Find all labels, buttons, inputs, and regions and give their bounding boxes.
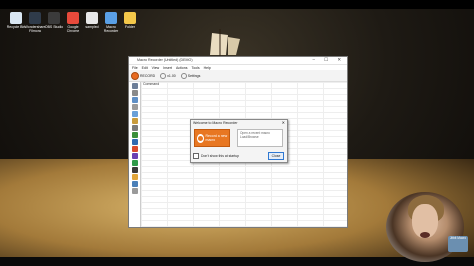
menu-file[interactable]: File	[132, 66, 138, 70]
record-icon	[131, 71, 139, 80]
screen-icon[interactable]	[132, 167, 138, 173]
playback-speed-button[interactable]: x1.00	[160, 72, 176, 79]
misc-icon[interactable]	[132, 188, 138, 194]
taskbar	[0, 257, 474, 266]
desktop-icon[interactable]: Folder	[119, 12, 141, 29]
window-title: Macro Recorder (Untitled) (DEMO)	[137, 58, 193, 62]
image-icon[interactable]	[132, 111, 138, 117]
desktop-icon-label: Folder	[125, 25, 135, 29]
startup-checkbox-row[interactable]: Don't show this at startup	[193, 153, 239, 159]
variable-icon[interactable]	[132, 139, 138, 145]
condition-icon[interactable]	[132, 153, 138, 159]
menu-insert[interactable]: Insert	[163, 66, 172, 70]
desktop-icon-image	[86, 12, 98, 24]
goto-icon[interactable]	[132, 181, 138, 187]
toolbar: RECORD x1.00 Settings	[129, 70, 347, 82]
close-icon[interactable]: ✕	[282, 120, 285, 125]
desktop-icon-image	[29, 12, 41, 24]
menu-help[interactable]: Help	[204, 66, 211, 70]
webcam-logo: Jitbit Macro	[448, 236, 468, 252]
recent-macros-box[interactable]: Open a recent macro Load/Browse	[237, 129, 283, 147]
stop-icon[interactable]	[132, 146, 138, 152]
menu-edit[interactable]: Edit	[142, 66, 148, 70]
settings-button[interactable]: Settings	[180, 72, 201, 79]
label-icon[interactable]	[132, 174, 138, 180]
record-button[interactable]: RECORD	[131, 71, 156, 80]
presenter-mouth	[420, 232, 430, 238]
speed-label: x1.00	[167, 73, 176, 78]
run-icon[interactable]	[132, 160, 138, 166]
dialog-titlebar: Welcome to Macro Recorder ✕	[191, 120, 287, 127]
desktop-icon-image	[10, 12, 22, 24]
menu-tools[interactable]: Tools	[191, 66, 199, 70]
startup-checkbox[interactable]	[193, 153, 199, 159]
keyboard-icon[interactable]	[132, 90, 138, 96]
window-titlebar: Macro Recorder (Untitled) (DEMO) – ☐ ✕	[129, 57, 347, 65]
close-button[interactable]: Close	[268, 152, 284, 160]
recent-macro-item[interactable]: Load/Browse	[240, 135, 280, 139]
menu-view[interactable]: View	[152, 66, 160, 70]
screen: Recycle Bin Wondershare Filmora OBS Studio…	[0, 0, 474, 266]
startup-checkbox-label: Don't show this at startup	[201, 154, 239, 158]
welcome-dialog: Welcome to Macro Recorder ✕ Record a new…	[190, 119, 288, 163]
record-new-macro-label: Record a new macro	[205, 134, 228, 142]
desktop-icon-image	[67, 12, 79, 24]
delay-icon[interactable]	[132, 125, 138, 131]
gear-icon	[180, 72, 187, 79]
menu-actions[interactable]: Actions	[176, 66, 187, 70]
action-palette	[131, 82, 139, 227]
file-icon[interactable]	[132, 118, 138, 124]
play-icon	[160, 72, 167, 79]
loop-icon[interactable]	[132, 132, 138, 138]
desktop-icon-image	[48, 12, 60, 24]
desktop-icon-image	[124, 12, 136, 24]
mouse-icon[interactable]	[132, 83, 138, 89]
column-header-command: Command	[143, 82, 160, 86]
window-icon[interactable]	[132, 97, 138, 103]
settings-label: Settings	[187, 73, 201, 78]
window-controls[interactable]: – ☐ ✕	[313, 57, 346, 63]
dialog-title: Welcome to Macro Recorder	[193, 121, 238, 125]
desktop-icon-image	[105, 12, 117, 24]
record-icon	[197, 133, 204, 143]
text-icon[interactable]	[132, 104, 138, 110]
record-label: RECORD	[140, 73, 156, 78]
record-new-macro-button[interactable]: Record a new macro	[194, 129, 230, 147]
